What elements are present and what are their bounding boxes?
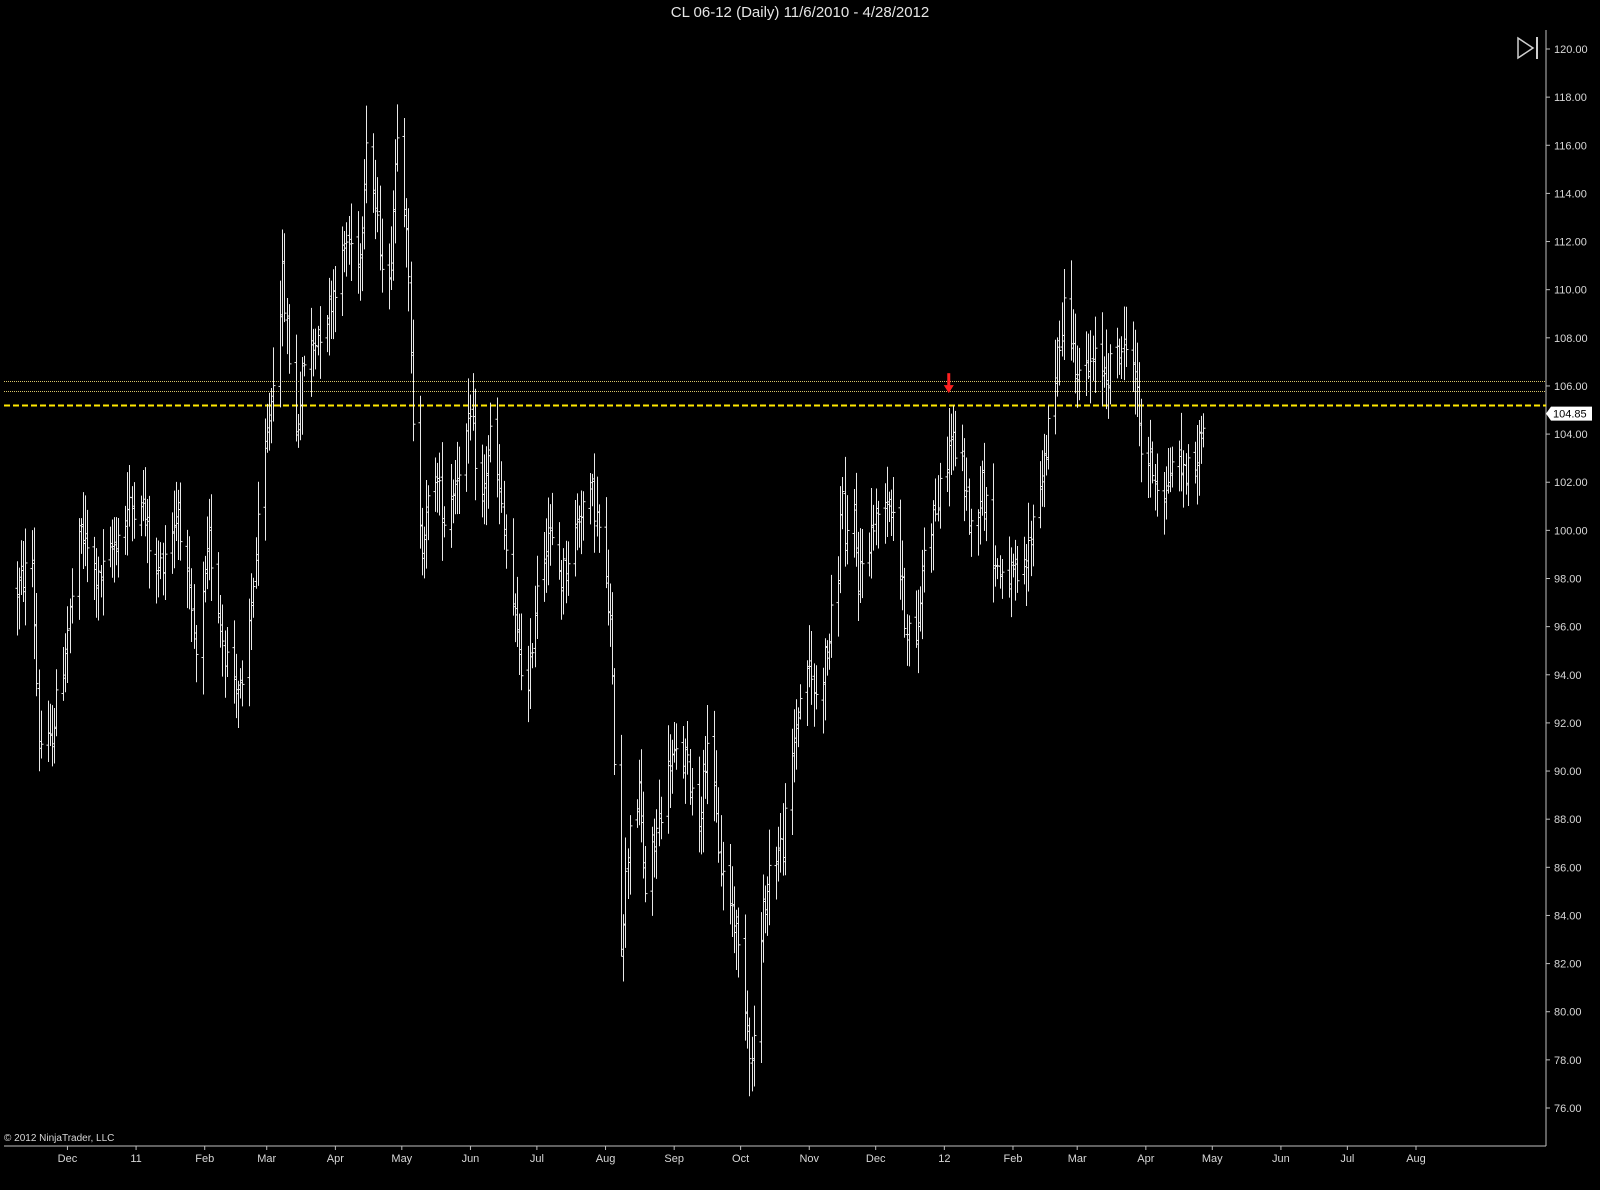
x-tick-label: Jul <box>530 1153 544 1165</box>
x-tick-label: Mar <box>1068 1153 1087 1165</box>
y-tick-label: 86.00 <box>1554 862 1582 874</box>
copyright-text: © 2012 NinjaTrader, LLC <box>4 1133 114 1144</box>
y-tick-label: 116.00 <box>1554 140 1587 152</box>
y-tick-label: 102.00 <box>1554 477 1588 489</box>
x-tick-label: Jun <box>1272 1153 1290 1165</box>
y-tick-label: 78.00 <box>1554 1055 1582 1067</box>
x-tick-label: Dec <box>58 1153 78 1165</box>
y-tick-label: 110.00 <box>1554 285 1587 297</box>
y-tick-label: 120.00 <box>1554 44 1588 56</box>
y-tick-label: 100.00 <box>1554 525 1588 537</box>
price-chart[interactable]: 76.00 78.00 80.00 82.00 84.00 86.00 88.00 90.00… <box>0 0 1600 1190</box>
y-tick-label: 98.00 <box>1554 574 1582 586</box>
x-tick-label: Jul <box>1340 1153 1354 1165</box>
x-tick-label: Apr <box>1137 1153 1154 1165</box>
x-tick-label: Feb <box>1003 1153 1022 1165</box>
signal-arrow-shaft <box>947 373 951 388</box>
x-tick-label: Sep <box>664 1153 684 1165</box>
y-tick-label: 118.00 <box>1554 92 1587 104</box>
x-tick-label: Jun <box>462 1153 480 1165</box>
y-tick-label: 108.00 <box>1554 333 1588 345</box>
y-tick-label: 104.00 <box>1554 429 1588 441</box>
last-price-tag-text: 104.85 <box>1553 409 1587 421</box>
y-tick-label: 84.00 <box>1554 910 1582 922</box>
y-tick-label: 90.00 <box>1554 766 1582 778</box>
x-tick-label: Oct <box>732 1153 749 1165</box>
x-tick-label: Feb <box>195 1153 214 1165</box>
y-tick-label: 114.00 <box>1554 188 1587 200</box>
chart-background <box>0 26 1600 1190</box>
y-tick-label: 82.00 <box>1554 959 1582 971</box>
x-tick-label: May <box>1202 1153 1223 1165</box>
last-price-tag: 104.85 <box>1546 406 1592 421</box>
y-tick-label: 88.00 <box>1554 814 1582 826</box>
y-tick-label: 80.00 <box>1554 1007 1582 1019</box>
y-tick-label: 96.00 <box>1554 622 1582 634</box>
x-tick-label: Nov <box>799 1153 819 1165</box>
x-tick-label: Apr <box>327 1153 344 1165</box>
x-tick-label: Dec <box>866 1153 886 1165</box>
x-tick-label: 11 <box>130 1153 141 1165</box>
y-tick-label: 94.00 <box>1554 670 1582 682</box>
y-tick-label: 92.00 <box>1554 718 1582 730</box>
x-tick-label: 12 <box>938 1153 950 1165</box>
x-tick-label: Aug <box>1406 1153 1426 1165</box>
y-tick-label: 112.00 <box>1554 237 1587 249</box>
y-tick-label: 76.00 <box>1554 1103 1582 1115</box>
x-tick-label: Mar <box>257 1153 276 1165</box>
x-tick-label: May <box>391 1153 412 1165</box>
x-tick-label: Aug <box>596 1153 616 1165</box>
y-tick-label: 106.00 <box>1554 381 1588 393</box>
